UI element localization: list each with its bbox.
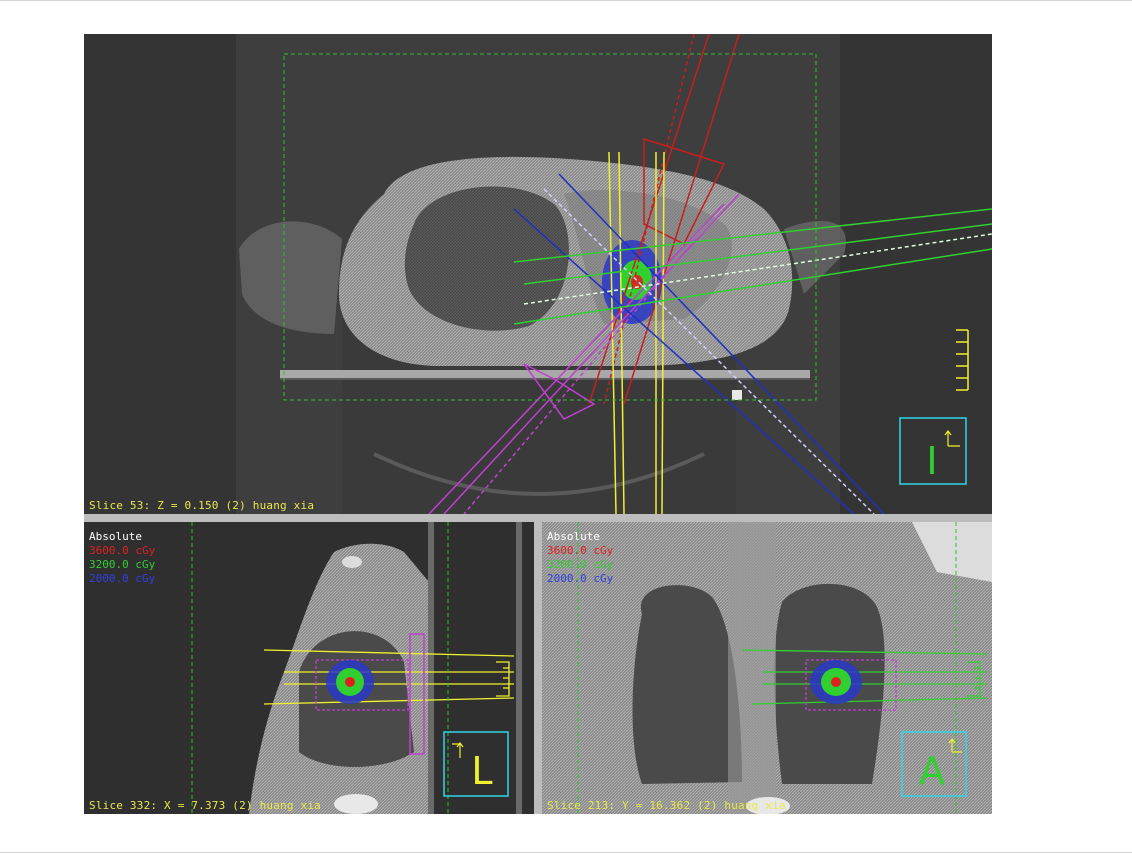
slice-label-coronal: Slice 213: Y = 16.362 (2) huang xia bbox=[547, 799, 786, 812]
dose-legend-coronal: Absolute 3600.0 cGy 3200.0 cGy 2000.0 cG… bbox=[547, 530, 613, 586]
slice-label-sagittal: Slice 332: X = 7.373 (2) huang xia bbox=[89, 799, 321, 812]
legend-title: Absolute bbox=[89, 530, 142, 543]
axial-view-panel[interactable]: I Slice 53: Z = 0.150 (2) huang xia bbox=[84, 34, 992, 514]
legend-item-3200: 3200.0 cGy bbox=[547, 558, 614, 571]
scale-ruler-axial bbox=[956, 329, 969, 391]
sagittal-view-panel[interactable]: L Absolute 3600.0 cGy 3200.0 cGy 2000.0 … bbox=[84, 522, 534, 814]
couch-rail-right bbox=[516, 522, 522, 814]
spine-coronal bbox=[728, 522, 776, 814]
legend-item-3200: 3200.0 cGy bbox=[89, 558, 156, 571]
axial-ct-image[interactable]: I bbox=[84, 34, 992, 514]
coronal-view-panel[interactable]: A Absolute 3600.0 cGy 3200.0 cGy 2000.0 … bbox=[542, 522, 992, 814]
slice-label-axial: Slice 53: Z = 0.150 (2) huang xia bbox=[89, 499, 315, 512]
top-divider bbox=[0, 0, 1132, 1]
dose-3600-region-sagittal bbox=[345, 677, 355, 687]
orientation-letter-axial: I bbox=[926, 439, 937, 483]
dose-3600-region-coronal bbox=[831, 677, 841, 687]
couch-shadow bbox=[280, 378, 810, 380]
bottom-divider bbox=[0, 852, 1132, 853]
dose-legend-sagittal: Absolute 3600.0 cGy 3200.0 cGy 2000.0 cG… bbox=[89, 530, 155, 586]
clavicle-marker bbox=[342, 556, 362, 568]
couch-marker bbox=[732, 390, 742, 400]
treatment-plan-viewer: I Slice 53: Z = 0.150 (2) huang xia L Ab… bbox=[84, 34, 992, 814]
legend-item-3600: 3600.0 cGy bbox=[547, 544, 614, 557]
orientation-letter-coronal: A bbox=[919, 749, 945, 793]
couch-rail-left bbox=[428, 522, 434, 814]
legend-title: Absolute bbox=[547, 530, 600, 543]
diaphragm-bright-spot bbox=[334, 794, 378, 814]
legend-item-2000: 2000.0 cGy bbox=[89, 572, 156, 585]
legend-item-3600: 3600.0 cGy bbox=[89, 544, 156, 557]
orientation-letter-sagittal: L bbox=[471, 749, 492, 793]
legend-item-2000: 2000.0 cGy bbox=[547, 572, 614, 585]
